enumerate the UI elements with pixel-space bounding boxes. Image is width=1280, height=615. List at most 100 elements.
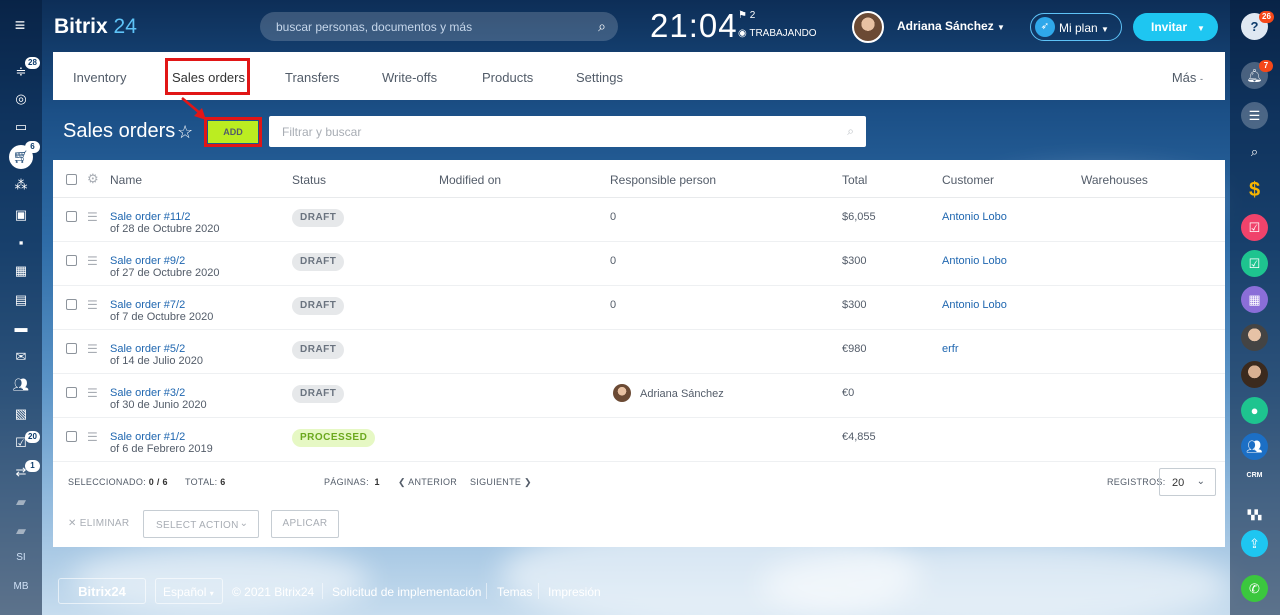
- more-menu[interactable]: Más -: [1172, 52, 1203, 100]
- tab-transfers[interactable]: Transfers: [285, 52, 339, 100]
- package-icon[interactable]: ▰: [11, 521, 31, 541]
- search-icon[interactable]: ⌕: [847, 124, 854, 139]
- package-icon[interactable]: ▰: [11, 492, 31, 512]
- order-link[interactable]: Sale order #3/2: [110, 387, 185, 399]
- group-icon[interactable]: 👥︎: [11, 375, 31, 395]
- customer-link[interactable]: Antonio Lobo: [942, 299, 1007, 311]
- table-row[interactable]: ☰ Sale order #7/2 of 7 de Octubre 2020 D…: [53, 286, 1225, 330]
- clock[interactable]: 21:04: [650, 7, 738, 45]
- row-checkbox[interactable]: [66, 431, 77, 442]
- phone-icon[interactable]: ✆: [1241, 575, 1268, 602]
- crm-icon[interactable]: CRM: [1241, 469, 1268, 496]
- panel-icon[interactable]: ▣: [11, 205, 31, 225]
- sidebar-item-mb[interactable]: MB: [0, 581, 42, 592]
- column-total[interactable]: Total: [842, 173, 867, 187]
- row-checkbox[interactable]: [66, 299, 77, 310]
- footer-logo[interactable]: Bitrix24: [58, 578, 146, 604]
- avatar[interactable]: [613, 384, 631, 402]
- tab-inventory[interactable]: Inventory: [73, 52, 126, 100]
- records-per-page-select[interactable]: 20 ⌄: [1159, 468, 1216, 496]
- delete-button[interactable]: ✕ ELIMINAR: [68, 518, 129, 529]
- bitrix-logo[interactable]: Bitrix 24: [54, 15, 137, 39]
- implementation-link[interactable]: Solicitud de implementación: [332, 585, 481, 599]
- customer-link[interactable]: erfr: [942, 343, 959, 355]
- table-row[interactable]: ☰ Sale order #5/2 of 14 de Julio 2020 DR…: [53, 330, 1225, 374]
- column-warehouses[interactable]: Warehouses: [1081, 173, 1148, 187]
- row-menu-icon[interactable]: ☰: [87, 254, 98, 268]
- calendar-icon[interactable]: ▦: [11, 261, 31, 281]
- tab-write-offs[interactable]: Write-offs: [382, 52, 437, 100]
- task-green-icon[interactable]: ☑: [1241, 250, 1268, 277]
- messenger-icon[interactable]: ☰: [1241, 102, 1268, 129]
- customer-link[interactable]: Antonio Lobo: [942, 211, 1007, 223]
- my-plan-button[interactable]: ➶ Mi plan ▼: [1030, 13, 1122, 41]
- apply-button[interactable]: APLICAR: [271, 510, 339, 538]
- calendar-purple-icon[interactable]: ▦: [1241, 286, 1268, 313]
- search-input[interactable]: [276, 12, 576, 41]
- table-row[interactable]: ☰ Sale order #11/2 of 28 de Octubre 2020…: [53, 198, 1225, 242]
- column-modified[interactable]: Modified on: [439, 173, 501, 187]
- puzzle-icon[interactable]: ⁂: [11, 175, 31, 195]
- invite-button[interactable]: Invitar ▼: [1133, 13, 1218, 41]
- order-link[interactable]: Sale order #7/2: [110, 299, 185, 311]
- avatar[interactable]: [1241, 361, 1268, 388]
- table-row[interactable]: ☰ Sale order #9/2 of 27 de Octubre 2020 …: [53, 242, 1225, 286]
- row-menu-icon[interactable]: ☰: [87, 386, 98, 400]
- column-responsible[interactable]: Responsible person: [610, 173, 716, 187]
- row-checkbox[interactable]: [66, 255, 77, 266]
- row-menu-icon[interactable]: ☰: [87, 342, 98, 356]
- group-chat-icon[interactable]: 👥︎: [1241, 433, 1268, 460]
- order-link[interactable]: Sale order #1/2: [110, 431, 185, 443]
- next-page-button[interactable]: SIGUIENTE ❯: [470, 477, 532, 488]
- search-icon[interactable]: ⌕: [1241, 138, 1268, 165]
- row-checkbox[interactable]: [66, 343, 77, 354]
- user-green-icon[interactable]: ●: [1241, 397, 1268, 424]
- filter-input[interactable]: [282, 116, 822, 147]
- pattern-icon[interactable]: ▚▚: [1241, 502, 1268, 529]
- tab-settings[interactable]: Settings: [576, 52, 623, 100]
- themes-link[interactable]: Temas: [497, 585, 532, 599]
- avatar[interactable]: [1241, 324, 1268, 351]
- order-link[interactable]: Sale order #9/2: [110, 255, 185, 267]
- left-sidebar: ≑ 28 ◎ ▭ 🛒︎ 6 ⁂ ▣ ▪ ▦ ▤ ▬ ✉ 👥︎ ▧ ☑ 20 ⇄ …: [0, 0, 42, 615]
- mail-icon[interactable]: ✉: [11, 347, 31, 367]
- menu-icon[interactable]: ≡: [10, 15, 30, 35]
- sidebar-item-si[interactable]: SI: [0, 552, 42, 563]
- work-state[interactable]: ◉ TRABAJANDO: [738, 28, 817, 39]
- column-status[interactable]: Status: [292, 173, 326, 187]
- select-action-dropdown[interactable]: SELECT ACTION ⌄: [143, 510, 259, 538]
- id-card-icon[interactable]: ▧: [11, 404, 31, 424]
- search-icon[interactable]: ⌕: [598, 18, 606, 35]
- row-menu-icon[interactable]: ☰: [87, 430, 98, 444]
- user-menu[interactable]: Adriana Sánchez ▼: [897, 19, 1005, 33]
- customer-link[interactable]: Antonio Lobo: [942, 255, 1007, 267]
- row-checkbox[interactable]: [66, 387, 77, 398]
- user-avatar[interactable]: [852, 11, 884, 43]
- prev-page-button[interactable]: ❮ ANTERIOR: [398, 477, 457, 488]
- chat-icon[interactable]: ▪: [11, 233, 31, 253]
- row-checkbox[interactable]: [66, 211, 77, 222]
- tab-products[interactable]: Products: [482, 52, 533, 100]
- dollar-icon[interactable]: $: [1241, 177, 1268, 204]
- target-icon[interactable]: ◎: [11, 89, 31, 109]
- task-red-icon[interactable]: ☑: [1241, 214, 1268, 241]
- print-link[interactable]: Impresión: [548, 585, 601, 599]
- star-icon[interactable]: ☆: [177, 122, 193, 143]
- responsible-person[interactable]: Adriana Sánchez: [640, 388, 724, 400]
- window-icon[interactable]: ▭: [11, 117, 31, 137]
- column-customer[interactable]: Customer: [942, 173, 994, 187]
- column-name[interactable]: Name: [110, 173, 142, 187]
- document-icon[interactable]: ▤: [11, 290, 31, 310]
- drive-icon[interactable]: ▬: [11, 318, 31, 338]
- share-icon[interactable]: ⇪: [1241, 530, 1268, 557]
- add-button[interactable]: ADD: [208, 121, 258, 143]
- gear-icon[interactable]: ⚙: [87, 171, 99, 187]
- row-menu-icon[interactable]: ☰: [87, 298, 98, 312]
- table-row[interactable]: ☰ Sale order #1/2 of 6 de Febrero 2019 P…: [53, 418, 1225, 462]
- select-all-checkbox[interactable]: [66, 174, 77, 185]
- language-select[interactable]: Español ▾: [155, 578, 223, 604]
- order-link[interactable]: Sale order #5/2: [110, 343, 185, 355]
- row-menu-icon[interactable]: ☰: [87, 210, 98, 224]
- order-link[interactable]: Sale order #11/2: [110, 211, 191, 223]
- table-row[interactable]: ☰ Sale order #3/2 of 30 de Junio 2020 DR…: [53, 374, 1225, 418]
